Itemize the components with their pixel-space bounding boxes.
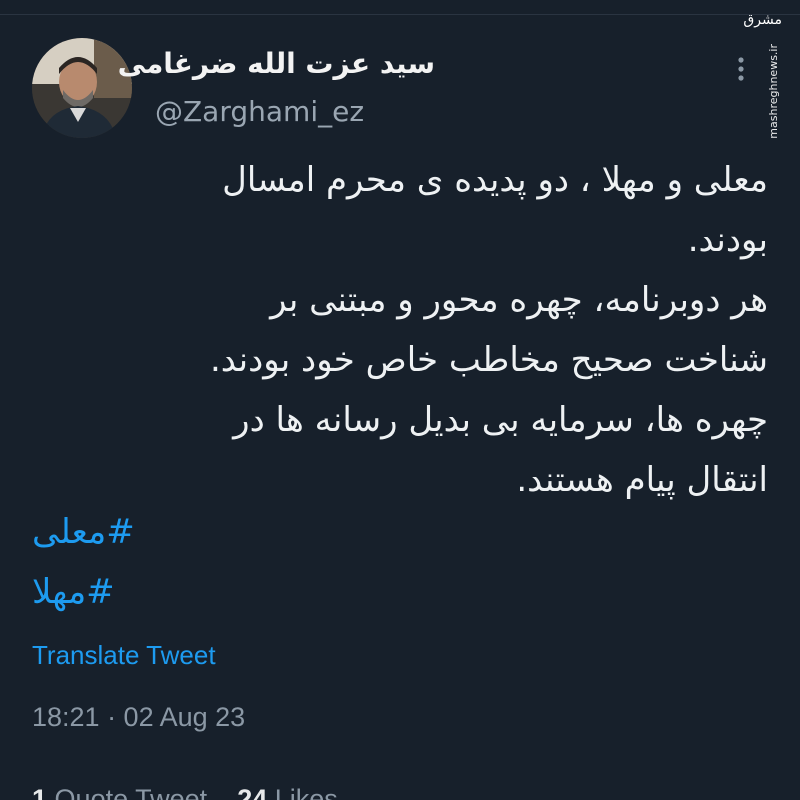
tweet-line: معلی و مهلا ، دو پدیده ی محرم امسال — [222, 160, 768, 200]
watermark: مشرق mashreghnews.ir — [742, 12, 782, 139]
tweet-line: انتقال پیام هستند. — [516, 460, 768, 500]
watermark-logo: مشرق — [743, 12, 782, 28]
hashtag-link[interactable]: #مهلا — [32, 572, 115, 612]
tweet-line: هر دوبرنامه، چهره محور و مبتنی بر — [270, 280, 768, 320]
tweet-text: معلی و مهلا ، دو پدیده ی محرم امسال بودن… — [32, 150, 768, 510]
quote-count[interactable]: 1 — [32, 784, 47, 800]
separator — [215, 784, 230, 800]
likes-label[interactable]: Likes — [275, 784, 338, 800]
likes-count[interactable]: 24 — [237, 784, 267, 800]
translate-tweet-link[interactable]: Translate Tweet — [32, 640, 216, 671]
tweet-line: چهره ها، سرمایه بی بدیل رسانه ها در — [233, 400, 768, 440]
tweet-line: بودند. — [687, 220, 768, 260]
author-name[interactable]: سید عزت الله ضرغامی — [118, 47, 435, 80]
tweet-view: سید عزت الله ضرغامی @Zarghami_ez مشرق ma… — [0, 0, 800, 800]
watermark-site: mashreghnews.ir — [767, 44, 780, 139]
author-handle[interactable]: @Zarghami_ez — [155, 95, 364, 128]
quote-label[interactable]: Quote Tweet — [55, 784, 208, 800]
tweet-line: شناخت صحیح مخاطب خاص خود بودند. — [209, 340, 768, 380]
hashtag-link[interactable]: #معلی — [32, 512, 135, 552]
divider — [0, 14, 800, 15]
engagement-stats: 1 Quote Tweet 24 Likes — [32, 784, 338, 800]
tweet-timestamp[interactable]: 18:21 · 02 Aug 23 — [32, 702, 245, 733]
